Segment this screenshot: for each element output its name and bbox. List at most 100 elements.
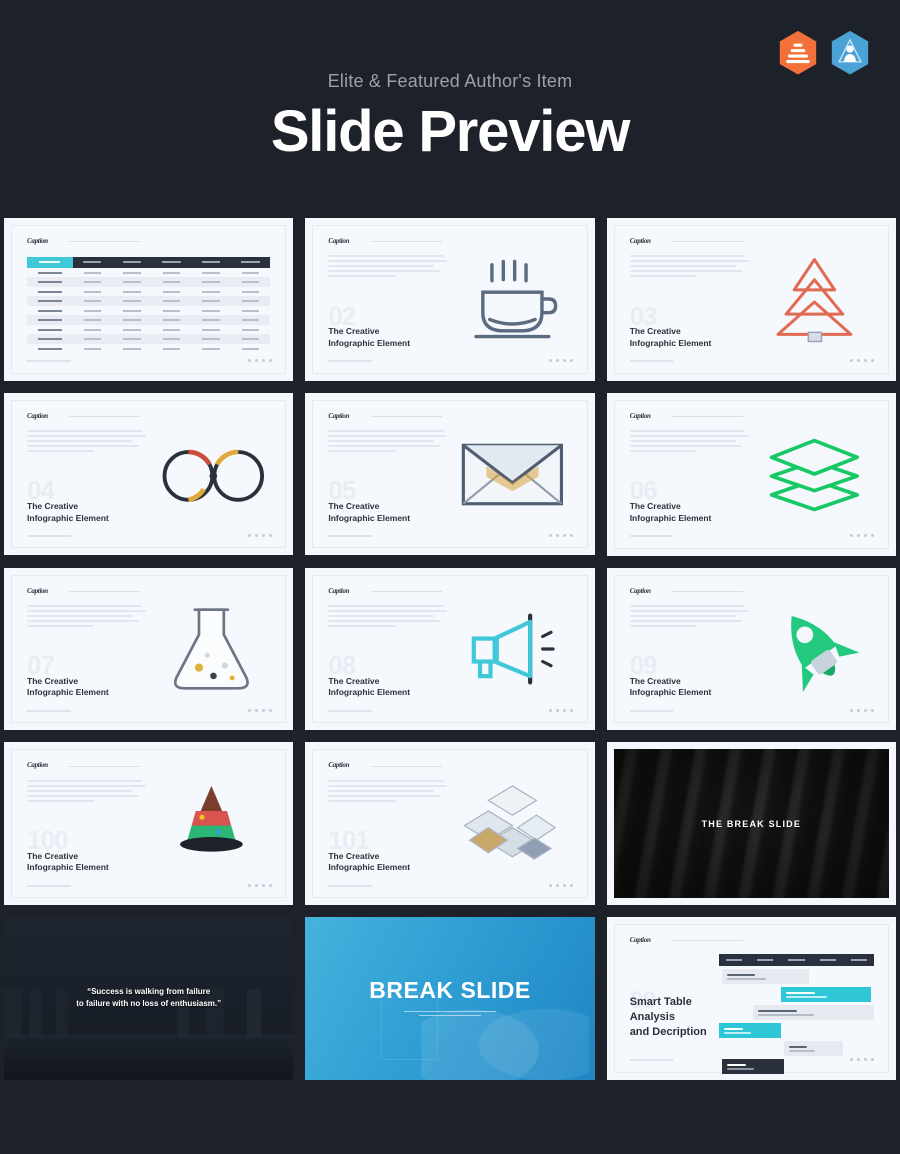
slide-card[interactable]: “Success is walking from failure to fail… xyxy=(4,917,294,1080)
slide-footer-rule xyxy=(328,884,373,887)
slide-card[interactable]: Caption 06 The Creative Infographic Elem… xyxy=(606,392,896,556)
slide-logo-rule xyxy=(672,590,744,592)
blue-break-background: BREAK SLIDE xyxy=(305,917,595,1080)
slide-02-coffee[interactable]: Caption 02 The Creative Infographic Elem… xyxy=(305,218,595,381)
slide-logo: Caption xyxy=(27,237,48,245)
slide-card[interactable]: Caption xyxy=(4,218,294,381)
slide-pagination-dots[interactable] xyxy=(850,1058,875,1062)
slide-card[interactable]: Caption 09 Smart Table Analysis and Decr… xyxy=(606,917,896,1080)
slide-logo-rule xyxy=(69,590,141,592)
featured-author-badge-icon xyxy=(831,31,869,75)
quote-text: “Success is walking from failure to fail… xyxy=(76,986,221,1011)
table-row xyxy=(27,296,271,306)
slide-body-text xyxy=(27,604,147,630)
slide-pagination-dots[interactable] xyxy=(247,359,272,363)
slide-heading: The Creative Infographic Element xyxy=(328,676,410,699)
slide-number: 100 xyxy=(27,824,68,855)
slide-footer-rule xyxy=(629,360,674,363)
slide-04-donut[interactable]: Caption 04 The Creative Infographic Elem… xyxy=(4,392,294,556)
slide-number: 07 xyxy=(27,650,55,681)
slide-heading-line1: The Creative xyxy=(27,675,79,686)
city-photo-background: “Success is walking from failure to fail… xyxy=(4,917,294,1080)
slide-03-tree[interactable]: Caption 03 The Creative Infographic Elem… xyxy=(606,218,896,381)
slide-number: 09 xyxy=(629,650,658,681)
gantt-col-2017 xyxy=(843,959,874,962)
gantt-bar xyxy=(780,987,872,1003)
slide-01-data-table[interactable]: Caption xyxy=(4,218,294,381)
slide-card[interactable]: Caption 101 The Creative Infographic Ele… xyxy=(305,742,595,905)
slide-pagination-dots[interactable] xyxy=(850,359,875,363)
slide-pagination-dots[interactable] xyxy=(549,883,573,887)
elite-author-badge[interactable] xyxy=(778,30,818,76)
slide-quote-city[interactable]: “Success is walking from failure to fail… xyxy=(4,917,294,1080)
dark-break-background: THE BREAK SLIDE xyxy=(613,749,890,898)
slide-card[interactable]: Caption 100 The Creative Infographic Ele… xyxy=(4,742,294,905)
slide-pagination-dots[interactable] xyxy=(247,708,272,712)
slide-footer-rule xyxy=(629,1059,674,1062)
slide-break-blue[interactable]: BREAK SLIDE xyxy=(305,917,595,1080)
slide-card[interactable]: Caption 03 The Creative Infographic Elem… xyxy=(606,218,896,381)
slide-smart-table[interactable]: Caption 09 Smart Table Analysis and Decr… xyxy=(606,917,896,1080)
slide-pagination-dots[interactable] xyxy=(549,359,573,363)
slide-06-layers[interactable]: Caption 06 The Creative Infographic Elem… xyxy=(606,392,896,556)
table-col-section-a xyxy=(72,256,113,268)
quote-line-1: “Success is walking from failure xyxy=(87,986,211,996)
slide-heading-line2: Infographic Element xyxy=(27,687,109,698)
table-row xyxy=(27,325,270,335)
data-table xyxy=(27,256,271,354)
slide-card[interactable]: Caption 09 The Creative Infographic Elem… xyxy=(606,567,896,731)
slide-heading-line1: The Creative xyxy=(629,675,681,686)
slide-body-text xyxy=(629,430,750,455)
slide-card[interactable]: THE BREAK SLIDE xyxy=(606,742,896,905)
slide-pagination-dots[interactable] xyxy=(850,708,875,712)
slide-card[interactable]: Caption 02 The Creative Infographic Elem… xyxy=(305,218,595,381)
gantt-col-2013 xyxy=(719,959,750,962)
slide-card[interactable]: Caption 08 The Creative Infographic Elem… xyxy=(305,567,595,731)
slide-09-rocket[interactable]: Caption 09 The Creative Infographic Elem… xyxy=(606,567,896,731)
slide-logo: Caption xyxy=(328,761,350,770)
slide-body-text xyxy=(629,604,750,630)
slide-break-dark[interactable]: THE BREAK SLIDE xyxy=(606,742,896,905)
slide-pagination-dots[interactable] xyxy=(850,534,875,538)
slide-heading-line1: The Creative xyxy=(328,850,380,861)
slide-heading-line1: The Creative xyxy=(328,326,380,337)
slide-07-flask[interactable]: Caption 07 The Creative Infographic Elem… xyxy=(4,567,294,731)
slide-logo-rule xyxy=(370,765,442,767)
slide-number: 03 xyxy=(629,300,658,331)
slide-logo: Caption xyxy=(27,761,48,770)
table-row xyxy=(27,268,270,278)
page-header: Elite & Featured Author's Item Slide Pre… xyxy=(0,0,900,218)
slide-card[interactable]: Caption 04 The Creative Infographic Elem… xyxy=(4,392,294,556)
slide-card[interactable]: BREAK SLIDE xyxy=(305,917,595,1080)
slide-footer-rule xyxy=(328,535,373,538)
gantt-bar xyxy=(721,1059,784,1075)
slide-logo: Caption xyxy=(27,586,48,595)
slide-heading-line2: Infographic Element xyxy=(629,687,712,698)
slide-logo-rule xyxy=(672,940,744,942)
slide-logo: Caption xyxy=(629,411,651,420)
slide-logo-rule xyxy=(69,416,141,418)
table-row xyxy=(27,306,270,316)
traffic-cone-icon xyxy=(154,778,269,869)
slide-05-envelope[interactable]: Caption 05 The Creative Infographic Elem… xyxy=(305,392,595,556)
slide-card[interactable]: Caption 05 The Creative Infographic Elem… xyxy=(305,392,595,556)
slide-footer-rule xyxy=(328,360,373,363)
slide-number: 101 xyxy=(328,824,369,855)
slide-08-megaphone[interactable]: Caption 08 The Creative Infographic Elem… xyxy=(305,567,595,731)
slide-pagination-dots[interactable] xyxy=(549,708,573,712)
slide-logo-rule xyxy=(672,416,744,418)
slide-100-cone[interactable]: Caption 100 The Creative Infographic Ele… xyxy=(4,742,294,905)
slide-logo: Caption xyxy=(629,936,651,944)
featured-author-badge[interactable] xyxy=(830,30,870,76)
slide-pagination-dots[interactable] xyxy=(247,883,272,887)
quote-line-2: to failure with no loss of enthusiasm.” xyxy=(76,999,222,1009)
slide-pagination-dots[interactable] xyxy=(549,534,573,538)
slide-body-text xyxy=(328,779,448,805)
table-header-row xyxy=(27,256,271,268)
slide-heading: The Creative Infographic Element xyxy=(630,676,712,699)
slide-card[interactable]: Caption 07 The Creative Infographic Elem… xyxy=(4,567,294,731)
break-slide-subtitle xyxy=(403,1011,496,1019)
slide-pagination-dots[interactable] xyxy=(247,534,272,538)
slide-101-cubes[interactable]: Caption 101 The Creative Infographic Ele… xyxy=(305,742,595,905)
slide-number: 06 xyxy=(629,475,658,506)
